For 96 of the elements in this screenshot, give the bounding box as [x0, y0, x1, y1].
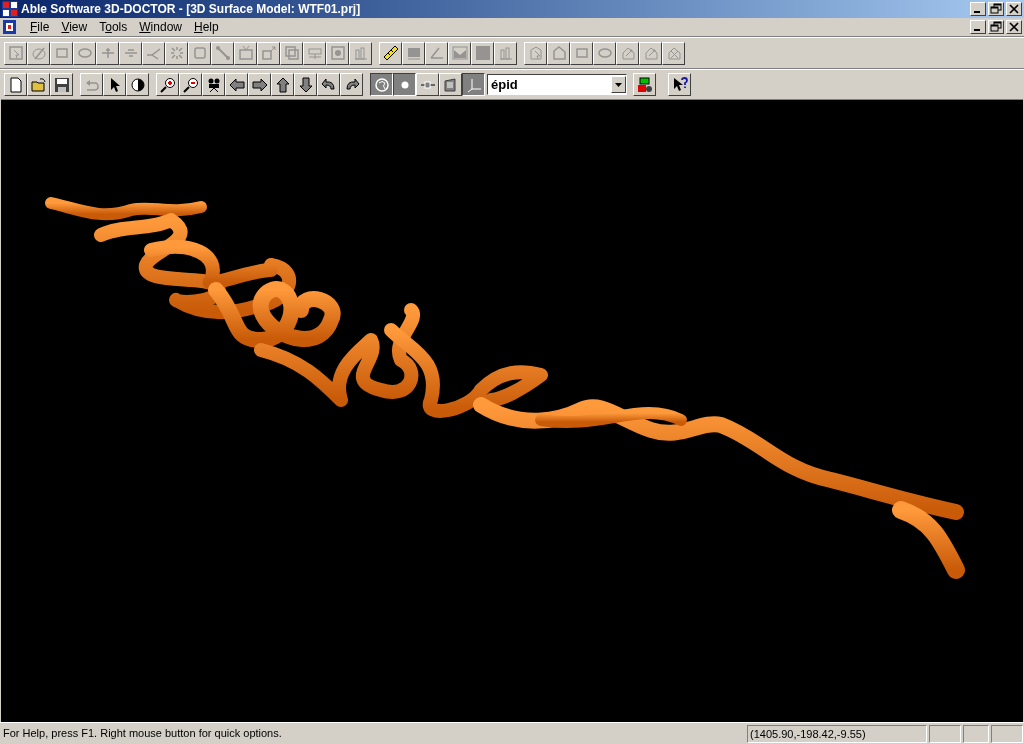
ellipse-icon: [596, 45, 613, 61]
shape-edit-icon: [619, 45, 636, 61]
new-file-button[interactable]: [4, 73, 27, 96]
left-arrow-icon: [228, 76, 245, 93]
left-arrow-button[interactable]: [225, 73, 248, 96]
help-pointer-button[interactable]: [668, 73, 691, 96]
color-tool-icon: [636, 76, 653, 93]
rectangle-icon: [573, 45, 590, 61]
folder-button[interactable]: [27, 73, 50, 96]
rotate-right-icon: [343, 76, 360, 93]
ruler-button[interactable]: [379, 41, 402, 65]
shape-delete-icon: [665, 45, 682, 61]
help-pointer-icon: [671, 76, 688, 93]
menu-item[interactable]: File: [24, 18, 56, 36]
bar-chart-icon: [497, 45, 514, 61]
coordinates-pane: (1405.90,-198.42,-9.55): [747, 724, 927, 743]
up-arrow-button[interactable]: [271, 73, 294, 96]
target-icon: [329, 45, 346, 61]
pentagon-icon: [550, 45, 567, 61]
status-pane: [991, 724, 1023, 743]
close-icon: [1008, 3, 1020, 15]
line-icon: [214, 45, 231, 61]
zoom-in-button[interactable]: [156, 73, 179, 96]
contrast-button[interactable]: [126, 73, 149, 96]
up-arrow-icon: [274, 76, 291, 93]
render-button[interactable]: [370, 73, 393, 96]
profile-icon: [451, 45, 468, 61]
dropdown-arrow-icon[interactable]: [615, 82, 622, 87]
folder-icon: [30, 76, 47, 93]
right-arrow-button[interactable]: [248, 73, 271, 96]
restore-button[interactable]: [988, 20, 1004, 34]
restore-icon: [990, 3, 1002, 15]
restore-button[interactable]: [988, 2, 1004, 16]
app-logo-icon: [2, 1, 18, 17]
minimize-button[interactable]: [970, 20, 986, 34]
menu-item[interactable]: Tools: [93, 18, 134, 36]
rotate-left-icon: [320, 76, 337, 93]
page-button[interactable]: [439, 73, 462, 96]
shape-edit-icon: [642, 45, 659, 61]
dot-button[interactable]: [393, 73, 416, 96]
overlap-icon: [283, 45, 300, 61]
pencil-icon: [30, 45, 47, 61]
square-icon: [474, 45, 491, 61]
status-message: For Help, press F1. Right mouse button for quick options.: [2, 726, 283, 742]
menu-item[interactable]: Help: [188, 18, 225, 36]
ellipse-icon: [76, 45, 93, 61]
resize-icon: [260, 45, 277, 61]
angle-icon: [428, 45, 445, 61]
crop-icon: [191, 45, 208, 61]
bar-chart-icon: [352, 45, 369, 61]
restore-icon: [990, 21, 1002, 33]
grid-icon: [168, 45, 185, 61]
monitor-icon: [237, 45, 254, 61]
mesh-icon: [405, 45, 422, 61]
rotate-right-button[interactable]: [340, 73, 363, 96]
movie-camera-button[interactable]: [202, 73, 225, 96]
page-icon: [442, 76, 459, 93]
zoom-in-icon: [159, 76, 176, 93]
minimize-icon: [974, 11, 980, 13]
minimize-icon: [974, 29, 980, 31]
minimize-button[interactable]: [970, 2, 986, 16]
add-slice-icon: [99, 45, 116, 61]
window-title: Able Software 3D-DOCTOR - [3D Surface Model: WTF01.prj]: [21, 1, 361, 18]
rotate-left-button[interactable]: [317, 73, 340, 96]
axes-icon: [465, 76, 482, 93]
new-file-icon: [7, 76, 24, 93]
branch-icon: [145, 45, 162, 61]
zoom-out-icon: [182, 76, 199, 93]
menu-item[interactable]: Window: [133, 18, 188, 36]
close-button[interactable]: [1006, 2, 1022, 16]
shape-arrow-icon: [527, 45, 544, 61]
axes-button[interactable]: [462, 73, 485, 96]
status-pane: [963, 724, 989, 743]
document-icon[interactable]: [2, 19, 18, 35]
region-icon: [7, 45, 24, 61]
rectangle-icon: [53, 45, 70, 61]
object-dropdown[interactable]: épid: [487, 74, 627, 95]
menu-item[interactable]: View: [55, 18, 94, 36]
3d-viewport[interactable]: [1, 99, 1023, 722]
save-button[interactable]: [50, 73, 73, 96]
close-icon: [1008, 21, 1020, 33]
render-icon: [373, 76, 390, 93]
zoom-out-button[interactable]: [179, 73, 202, 96]
color-tool-button[interactable]: [633, 73, 656, 96]
surface-model-drawing[interactable]: [45, 197, 965, 579]
status-pane: [929, 724, 961, 743]
ruler-icon: [382, 45, 399, 61]
slider-button[interactable]: [416, 73, 439, 96]
object-icon: [306, 45, 323, 61]
close-button[interactable]: [1006, 20, 1022, 34]
down-arrow-button[interactable]: [294, 73, 317, 96]
save-icon: [53, 76, 70, 93]
contrast-icon: [129, 76, 146, 93]
right-arrow-icon: [251, 76, 268, 93]
down-arrow-icon: [297, 76, 314, 93]
pointer-button[interactable]: [103, 73, 126, 96]
